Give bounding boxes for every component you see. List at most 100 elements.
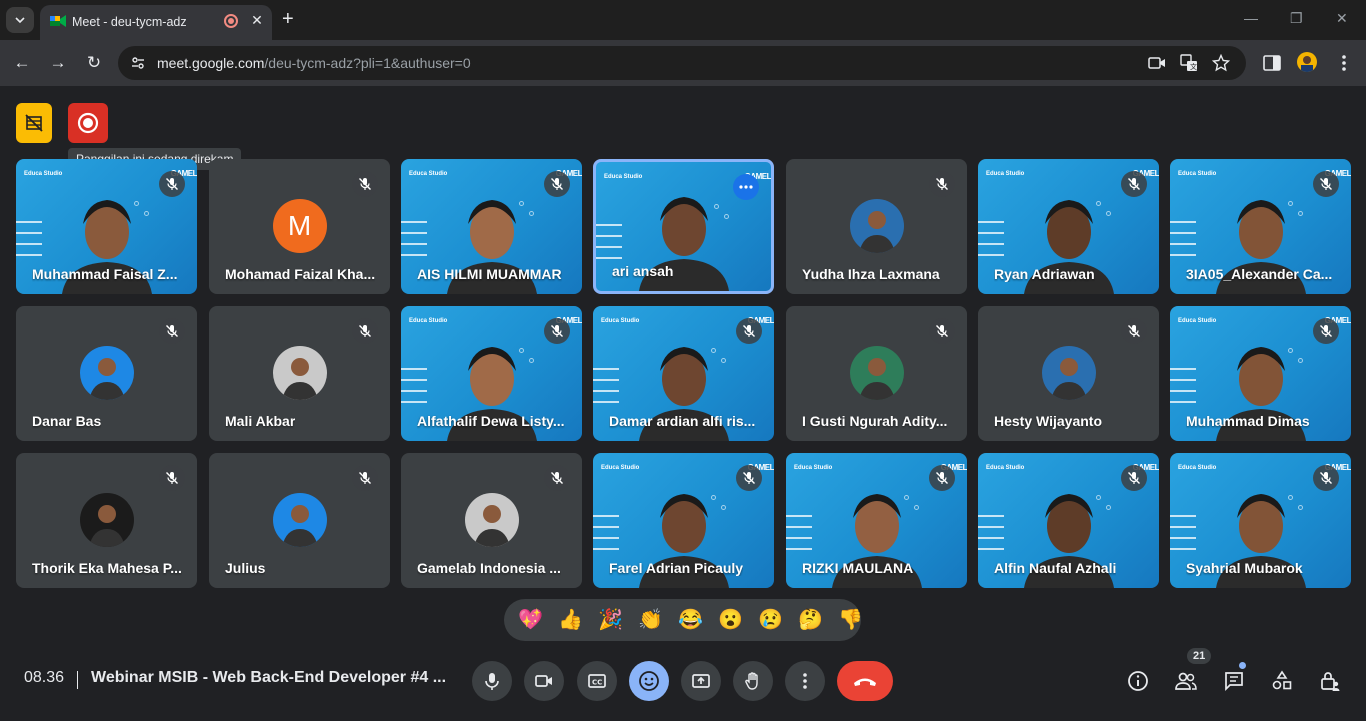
lock-person-icon	[1321, 672, 1340, 691]
tab-search-button[interactable]	[6, 7, 34, 33]
participant-tile[interactable]: I Gusti Ngurah Adity...	[786, 306, 967, 441]
participant-tile[interactable]: Thorik Eka Mahesa P...	[16, 453, 197, 588]
reaction-emoji-button[interactable]: 😂	[678, 608, 703, 632]
participant-tile[interactable]: Educa Studio GAMEL Damar ardian alfi ris..…	[593, 306, 774, 441]
participant-tile[interactable]: Educa Studio GAMEL ari ansah	[593, 159, 774, 294]
reaction-emoji-button[interactable]: 👍	[558, 608, 583, 632]
reaction-emoji-button[interactable]: 😮	[718, 608, 743, 632]
camera-icon	[535, 675, 552, 687]
minimize-icon[interactable]: —	[1244, 10, 1258, 26]
avatar	[79, 346, 134, 400]
educa-studio-logo: Educa Studio	[24, 171, 63, 177]
active-tab[interactable]: Meet - deu-tycm-adz ✕	[40, 5, 272, 40]
participant-tile[interactable]: Danar Bas	[16, 306, 197, 441]
backdrop-lines	[1170, 221, 1204, 265]
avatar	[272, 493, 327, 547]
tile-options-button[interactable]	[733, 174, 759, 200]
microphone-button[interactable]	[472, 661, 512, 701]
activities-button[interactable]	[1270, 669, 1294, 693]
reaction-emoji-button[interactable]: 👎	[838, 608, 863, 632]
participant-tile[interactable]: Julius	[209, 453, 390, 588]
reactions-bar: 💖 👍 🎉 👏 😂 😮 😢 🤔 👎	[504, 599, 863, 641]
captions-button[interactable]: CC	[577, 661, 617, 701]
reactions-button[interactable]	[629, 661, 669, 701]
host-controls-button[interactable]	[16, 103, 52, 143]
participant-tile[interactable]: Educa Studio GAMEL Muhammad Dimas	[1170, 306, 1351, 441]
side-panel-icon[interactable]	[1262, 53, 1282, 73]
divider	[77, 671, 78, 689]
participant-tile[interactable]: Educa Studio GAMEL Syahrial Mubarok	[1170, 453, 1351, 588]
address-bar[interactable]: meet.google.com/deu-tycm-adz?pli=1&authu…	[118, 46, 1246, 80]
close-tab-icon[interactable]: ✕	[248, 11, 266, 29]
people-button[interactable]	[1174, 669, 1198, 693]
participant-name: Danar Bas	[32, 413, 102, 429]
participant-tile[interactable]: Educa Studio GAMEL RIZKI MAULANA	[786, 453, 967, 588]
forward-icon[interactable]: →	[47, 52, 69, 74]
participant-tile[interactable]: Yudha Ihza Laxmana	[786, 159, 967, 294]
backdrop-lines	[786, 515, 820, 559]
participant-tile[interactable]: Educa Studio GAMEL AIS HILMI MUAMMAR	[401, 159, 582, 294]
people-icon	[1175, 672, 1197, 690]
reaction-emoji-button[interactable]: 😢	[758, 608, 783, 632]
url-path: /deu-tycm-adz?pli=1&authuser=0	[264, 55, 471, 71]
new-tab-button[interactable]: +	[282, 9, 294, 29]
educa-studio-logo: Educa Studio	[1178, 465, 1217, 471]
present-screen-button[interactable]	[681, 661, 721, 701]
participant-tile[interactable]: Gamelab Indonesia ...	[401, 453, 582, 588]
camera-button[interactable]	[524, 661, 564, 701]
backdrop-lines	[401, 368, 435, 412]
participant-tile[interactable]: Educa Studio GAMEL Ryan Adriawan	[978, 159, 1159, 294]
reaction-emoji-button[interactable]: 👏	[638, 608, 663, 632]
bookmark-star-icon[interactable]	[1212, 54, 1230, 72]
participant-name: Julius	[225, 560, 266, 576]
chrome-menu-icon[interactable]	[1334, 53, 1354, 73]
reaction-emoji-button[interactable]: 🤔	[798, 608, 823, 632]
microphone-icon	[485, 673, 499, 690]
leave-call-button[interactable]	[837, 661, 893, 701]
profile-avatar[interactable]	[1297, 52, 1317, 72]
back-icon[interactable]: ←	[11, 52, 33, 74]
participant-tile[interactable]: Educa Studio GAMEL 3IA05_Alexander Ca...	[1170, 159, 1351, 294]
translate-icon[interactable]: 文	[1180, 54, 1198, 72]
host-safety-button[interactable]	[1318, 669, 1342, 693]
educa-studio-logo: Educa Studio	[409, 318, 448, 324]
mic-off-icon	[544, 465, 570, 491]
backdrop-lines	[596, 224, 630, 268]
reaction-emoji-button[interactable]: 💖	[518, 608, 543, 632]
more-options-button[interactable]	[785, 661, 825, 701]
participant-tile[interactable]: Mali Akbar	[209, 306, 390, 441]
backdrop-lines	[401, 221, 435, 265]
mic-off-icon	[544, 171, 570, 197]
more-vert-icon	[803, 673, 807, 689]
participant-name: Muhammad Dimas	[1186, 413, 1310, 429]
site-settings-icon[interactable]	[130, 55, 146, 71]
reload-icon[interactable]: ↻	[83, 52, 105, 74]
mic-off-icon	[1313, 318, 1339, 344]
meet-stage: Panggilan ini sedang direkam Educa Studi…	[0, 86, 1366, 721]
meeting-details-button[interactable]	[1126, 669, 1150, 693]
url-text: meet.google.com/deu-tycm-adz?pli=1&authu…	[157, 55, 471, 71]
raise-hand-button[interactable]	[733, 661, 773, 701]
browser-toolbar: ← → ↻ meet.google.com/deu-tycm-adz?pli=1…	[0, 40, 1366, 86]
camera-in-use-icon[interactable]	[1148, 54, 1166, 72]
people-count-badge: 21	[1187, 648, 1212, 664]
educa-studio-logo: Educa Studio	[409, 171, 448, 177]
participant-tile[interactable]: Educa Studio GAMEL Muhammad Faisal Z...	[16, 159, 197, 294]
educa-studio-logo: Educa Studio	[601, 465, 640, 471]
svg-text:文: 文	[1190, 62, 1197, 71]
participant-name: Ryan Adriawan	[994, 266, 1095, 282]
chat-button[interactable]	[1222, 669, 1246, 693]
mic-off-icon	[736, 465, 762, 491]
participant-tile[interactable]: Educa Studio GAMEL Alfin Naufal Azhali	[978, 453, 1159, 588]
participant-tile[interactable]: M Mohamad Faizal Kha...	[209, 159, 390, 294]
participant-tile[interactable]: Educa Studio GAMEL Farel Adrian Picauly	[593, 453, 774, 588]
close-window-icon[interactable]: ✕	[1336, 10, 1348, 27]
participant-name: Syahrial Mubarok	[1186, 560, 1303, 576]
recording-button[interactable]	[68, 103, 108, 143]
restore-icon[interactable]: ❐	[1290, 10, 1303, 27]
participant-tile[interactable]: Educa Studio GAMEL Alfathalif Dewa Listy..…	[401, 306, 582, 441]
participant-name: 3IA05_Alexander Ca...	[1186, 266, 1333, 282]
participant-tile[interactable]: Hesty Wijayanto	[978, 306, 1159, 441]
reaction-emoji-button[interactable]: 🎉	[598, 608, 623, 632]
mic-off-icon	[159, 318, 185, 344]
